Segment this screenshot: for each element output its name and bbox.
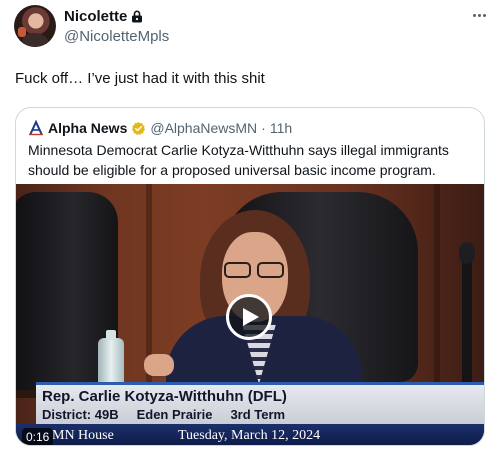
author-display-name[interactable]: Nicolette xyxy=(64,7,127,26)
header-separator: · xyxy=(261,120,266,136)
author-row: Nicolette xyxy=(64,7,169,26)
lower-third-name: Rep. Carlie Kotyza-Witthuhn (DFL) xyxy=(42,388,287,405)
quoted-author-name[interactable]: Alpha News xyxy=(48,119,127,137)
ticker-date: Tuesday, March 12, 2024 xyxy=(178,428,321,443)
tweet-text: Fuck off… I’ve just had it with this shi… xyxy=(15,70,265,87)
quoted-tweet-card[interactable]: Alpha News @AlphaNewsMN · 11h Minnesota … xyxy=(15,107,485,446)
quoted-author-handle[interactable]: @AlphaNewsMN xyxy=(150,119,257,137)
video-person-glasses xyxy=(224,262,286,280)
video-microphone xyxy=(459,242,475,400)
video-water-bottle xyxy=(98,330,124,388)
author-handle[interactable]: @NicoletteMpls xyxy=(64,27,169,46)
video-timestamp: 0:16 xyxy=(22,428,54,445)
quoted-tweet-header: Alpha News @AlphaNewsMN · 11h xyxy=(28,119,292,137)
video-player[interactable]: Rep. Carlie Kotyza-Witthuhn (DFL) Distri… xyxy=(16,184,484,445)
tweet-author: Nicolette @NicoletteMpls xyxy=(64,7,169,46)
verified-badge-icon xyxy=(132,121,146,135)
lower-third-district: District: 49B xyxy=(42,407,119,422)
quoted-tweet-text: Minnesota Democrat Carlie Kotyza-Witthuh… xyxy=(28,142,449,178)
play-button[interactable] xyxy=(226,294,272,340)
lower-third-city: Eden Prairie xyxy=(136,407,213,422)
quoted-tweet-time[interactable]: 11h xyxy=(270,119,292,137)
video-person-hand xyxy=(144,354,174,376)
wall-panel-line xyxy=(434,184,440,384)
lower-third-details: District: 49B Eden Prairie 3rd Term xyxy=(42,406,285,423)
more-options-icon[interactable] xyxy=(468,8,490,22)
video-lower-third: Rep. Carlie Kotyza-Witthuhn (DFL) Distri… xyxy=(36,382,484,424)
play-icon xyxy=(243,308,259,326)
avatar[interactable] xyxy=(14,5,56,47)
video-ticker: MN House Tuesday, March 12, 2024 xyxy=(16,424,484,445)
lock-icon xyxy=(132,10,143,23)
alpha-news-logo-icon xyxy=(28,120,44,136)
ticker-channel: MN House xyxy=(52,428,114,443)
lower-third-term: 3rd Term xyxy=(230,407,286,422)
avatar-shirt xyxy=(22,33,48,47)
